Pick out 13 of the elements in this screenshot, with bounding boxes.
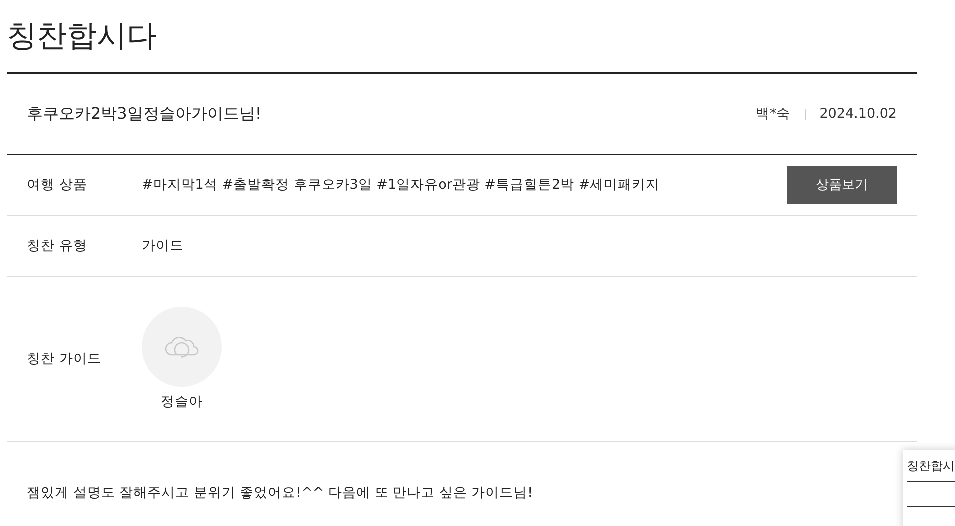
page-title: 칭찬합시다 <box>7 0 917 74</box>
preview-title: 칭찬합시 <box>907 458 955 482</box>
product-tags: #마지막1석 #출발확정 후쿠오카3일 #1일자유or관광 #특급힐튼2박 #세미패키지 <box>142 176 787 194</box>
row-value: 가이드 <box>142 237 185 255</box>
guide-name: 정슬아 <box>161 393 203 411</box>
review-title: 후쿠오카2박3일정슬아가이드님! <box>27 104 263 124</box>
author-name: 백*숙 <box>756 105 791 123</box>
row-label: 여행 상품 <box>27 176 88 194</box>
cloud-icon <box>164 335 200 359</box>
row-label: 칭찬 가이드 <box>27 350 102 368</box>
review-date: 2024.10.02 <box>820 106 897 122</box>
view-product-button[interactable]: 상품보기 <box>787 166 897 204</box>
row-label: 칭찬 유형 <box>27 237 88 255</box>
